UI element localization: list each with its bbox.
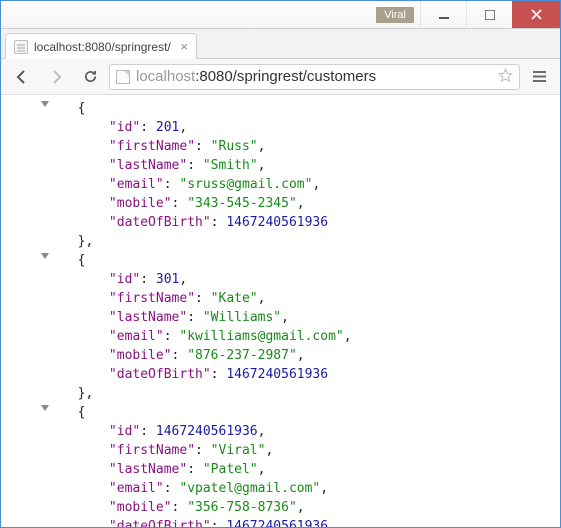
json-line: "dateOfBirth": 1467240561936 (1, 517, 560, 527)
user-badge[interactable]: Viral (376, 7, 414, 23)
reload-button[interactable] (75, 63, 105, 91)
tab-close-icon[interactable]: × (180, 40, 188, 53)
tab-title: localhost:8080/springrest/ (34, 40, 174, 54)
url-host: localhost (136, 68, 195, 85)
page-icon (116, 70, 130, 84)
json-line: { (1, 251, 560, 270)
forward-button[interactable] (41, 63, 71, 91)
tab-strip: localhost:8080/springrest/ × (1, 29, 560, 59)
json-line: "id": 301, (1, 270, 560, 289)
json-line: "firstName": "Russ", (1, 137, 560, 156)
collapse-toggle-icon[interactable] (41, 101, 49, 107)
menu-button[interactable] (524, 63, 554, 91)
json-line: "id": 201, (1, 118, 560, 137)
json-line: }, (1, 232, 560, 251)
json-line: "mobile": "356-758-8736", (1, 498, 560, 517)
json-line: "id": 1467240561936, (1, 422, 560, 441)
collapse-toggle-icon[interactable] (41, 253, 49, 259)
json-line: "lastName": "Williams", (1, 308, 560, 327)
maximize-button[interactable] (466, 1, 512, 28)
address-bar[interactable]: localhost:8080/springrest/customers (109, 64, 520, 90)
bookmark-star-icon[interactable] (498, 68, 513, 86)
json-viewer[interactable]: { "id": 201, "firstName": "Russ", "lastN… (1, 95, 560, 527)
url-text: localhost:8080/springrest/customers (136, 68, 492, 85)
json-line: "mobile": "876-237-2987", (1, 346, 560, 365)
json-line: "mobile": "343-545-2345", (1, 194, 560, 213)
url-path: :8080/springrest/customers (195, 68, 376, 85)
json-line: "email": "kwilliams@gmail.com", (1, 327, 560, 346)
json-line: "lastName": "Patel", (1, 460, 560, 479)
json-line: "dateOfBirth": 1467240561936 (1, 365, 560, 384)
back-button[interactable] (7, 63, 37, 91)
json-line: "dateOfBirth": 1467240561936 (1, 213, 560, 232)
collapse-toggle-icon[interactable] (41, 405, 49, 411)
json-line: { (1, 403, 560, 422)
minimize-button[interactable] (420, 1, 466, 28)
json-line: "lastName": "Smith", (1, 156, 560, 175)
json-line: "email": "sruss@gmail.com", (1, 175, 560, 194)
json-line: "email": "vpatel@gmail.com", (1, 479, 560, 498)
close-button[interactable] (512, 1, 560, 28)
json-line: "firstName": "Viral", (1, 441, 560, 460)
page-favicon-icon (14, 40, 28, 54)
browser-toolbar: localhost:8080/springrest/customers (1, 59, 560, 95)
json-line: }, (1, 384, 560, 403)
window-titlebar: Viral (1, 1, 560, 29)
json-line: "firstName": "Kate", (1, 289, 560, 308)
browser-tab[interactable]: localhost:8080/springrest/ × (5, 33, 197, 59)
json-line: { (1, 99, 560, 118)
